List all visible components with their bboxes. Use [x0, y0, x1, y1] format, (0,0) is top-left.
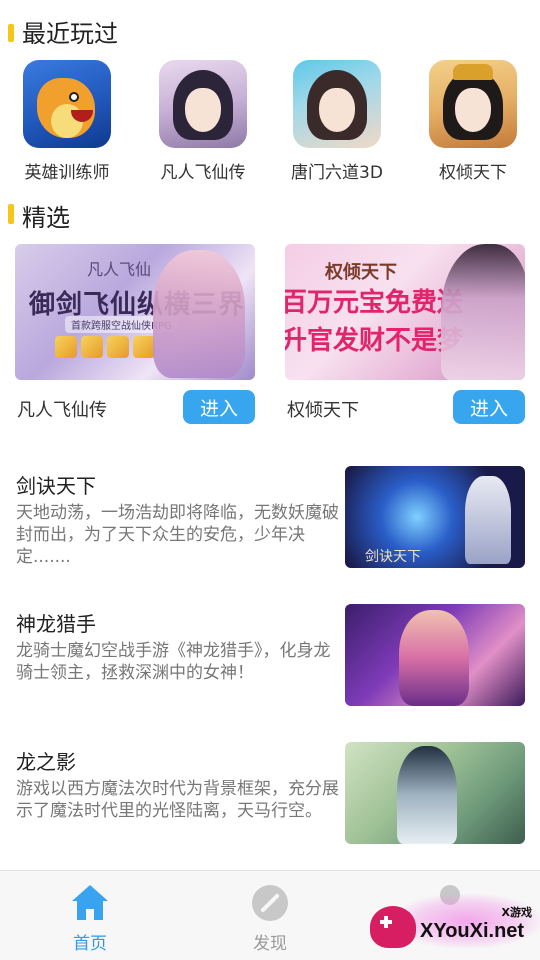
news-thumbnail: 剑诀天下	[345, 466, 525, 568]
recent-section-header: 最近玩过	[0, 0, 540, 44]
app-label: 英雄训练师	[24, 163, 110, 183]
watermark-text: XYouXi.net	[420, 920, 525, 942]
banner-gems	[55, 336, 165, 358]
app-label: 权倾天下	[439, 163, 507, 183]
news-item-shenlong[interactable]: 神龙猎手 龙骑士魔幻空战手游《神龙猎手》，化身龙骑士领主，拯救深渊中的女神！	[0, 604, 540, 714]
heroine-game-icon	[293, 60, 381, 148]
news-desc: 天地动荡，一场浩劫即将降临，无数妖魔破封而出，为了天下众生的安危，少年决定...…	[16, 503, 339, 567]
home-icon	[72, 885, 108, 921]
news-desc: 游戏以西方魔法次时代为背景框架，充分展示了魔法时代里的光怪陆离，天马行空。	[16, 779, 339, 821]
featured-banner[interactable]: 权倾天下 百万元宝免费送 升官发财不是梦	[285, 244, 525, 380]
compass-icon	[252, 885, 288, 921]
app-item-tangmen[interactable]: 唐门六道3D	[272, 60, 402, 183]
news-item-longzhiying[interactable]: 龙之影 游戏以西方魔法次时代为背景框架，充分展示了魔法时代里的光怪陆离，天马行空…	[0, 742, 540, 852]
banner-logo: 权倾天下	[325, 262, 397, 283]
watermark-small-text: X游戏	[501, 906, 532, 919]
section-accent-bar	[8, 24, 14, 42]
featured-name: 权倾天下	[287, 400, 359, 421]
site-watermark: X游戏 XYouXi.net	[364, 880, 540, 960]
recent-section-title: 最近玩过	[22, 20, 118, 44]
featured-card-fanren: 凡人飞仙 御剑飞仙纵横三界 首款跨服空战仙侠RPG 凡人飞仙传 进入	[15, 244, 255, 424]
section-accent-bar	[8, 204, 14, 224]
app-label: 唐门六道3D	[291, 163, 383, 183]
fairy-game-icon	[159, 60, 247, 148]
app-item-quanqing[interactable]: 权倾天下	[408, 60, 538, 183]
app-label: 凡人飞仙传	[160, 163, 246, 183]
news-title: 剑诀天下	[16, 474, 96, 498]
news-title: 龙之影	[16, 750, 76, 774]
banner-logo: 凡人飞仙	[87, 260, 152, 279]
featured-section-header: 精选	[0, 196, 540, 232]
banner-subline: 升官发财不是梦	[285, 326, 464, 356]
dragon-game-icon	[23, 60, 111, 148]
featured-card-quanqing: 权倾天下 百万元宝免费送 升官发财不是梦 权倾天下 进入	[285, 244, 525, 424]
banner-character	[153, 250, 245, 378]
featured-section-title: 精选	[22, 204, 70, 232]
featured-name: 凡人飞仙传	[17, 400, 107, 421]
banner-headline: 百万元宝免费送	[285, 288, 464, 318]
news-thumbnail	[345, 604, 525, 706]
enter-button[interactable]: 进入	[453, 390, 525, 424]
gamepad-logo-icon	[370, 906, 416, 948]
nav-home[interactable]: 首页	[0, 871, 180, 960]
nav-discover[interactable]: 发现	[180, 871, 360, 960]
app-item-hero-trainer[interactable]: 英雄训练师	[2, 60, 132, 183]
news-desc: 龙骑士魔幻空战手游《神龙猎手》，化身龙骑士领主，拯救深渊中的女神！	[16, 641, 331, 683]
news-title: 神龙猎手	[16, 612, 96, 636]
recent-apps-row: 英雄训练师 凡人飞仙传 唐门六道3D 权倾天下	[0, 60, 540, 190]
app-item-fanren[interactable]: 凡人飞仙传	[138, 60, 268, 183]
nav-discover-label: 发现	[253, 934, 287, 954]
empress-game-icon	[429, 60, 517, 148]
thumb-caption: 剑诀天下	[365, 549, 421, 565]
nav-home-label: 首页	[73, 934, 107, 954]
enter-button[interactable]: 进入	[183, 390, 255, 424]
news-item-jianjue[interactable]: 剑诀天下 天地动荡，一场浩劫即将降临，无数妖魔破封而出，为了天下众生的安危，少年…	[0, 466, 540, 576]
banner-character	[441, 244, 525, 380]
news-thumbnail	[345, 742, 525, 844]
featured-banner[interactable]: 凡人飞仙 御剑飞仙纵横三界 首款跨服空战仙侠RPG	[15, 244, 255, 380]
